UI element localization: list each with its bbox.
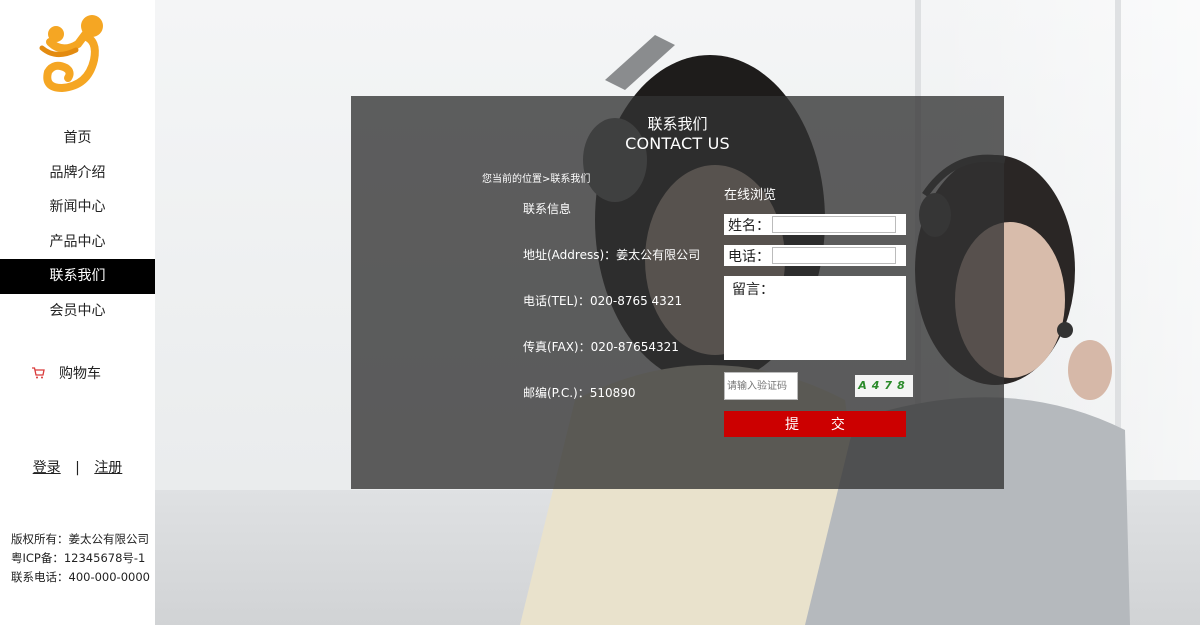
submit-button[interactable]: 提 交 (724, 411, 906, 437)
contact-phone-text: 联系电话：400-000-0000 (11, 570, 150, 584)
nav-news-center[interactable]: 新闻中心 (0, 190, 155, 225)
name-field-row: 姓名： (724, 214, 906, 235)
login-link[interactable]: 登录 (33, 460, 61, 476)
auth-separator: | (75, 460, 80, 476)
cart-link[interactable]: 购物车 (32, 363, 101, 383)
brand-logo[interactable] (32, 14, 110, 92)
captcha-row: A478 (724, 370, 914, 410)
form-title: 在线浏览 (724, 188, 777, 203)
contact-tel: 电话(TEL)：020-8765 4321 (523, 294, 683, 308)
name-label: 姓名： (728, 217, 770, 234)
main-nav: 首页 品牌介绍 新闻中心 产品中心 联系我们 会员中心 (0, 121, 155, 328)
contact-postcode: 邮编(P.C.)：510890 (523, 386, 636, 400)
captcha-image[interactable]: A478 (855, 375, 913, 397)
auth-links: 登录 | 注册 (0, 457, 155, 477)
contact-info-heading: 联系信息 (523, 202, 572, 216)
cart-icon (32, 367, 45, 379)
contact-panel: 联系我们 CONTACT US 您当前的位置>联系我们 联系信息 地址(Addr… (351, 96, 1004, 489)
name-input[interactable] (772, 216, 896, 233)
contact-info: 联系信息 地址(Address)：姜太公有限公司 电话(TEL)：020-876… (523, 200, 700, 430)
icp-text: 粤ICP备：12345678号-1 (11, 551, 146, 565)
register-link[interactable]: 注册 (94, 460, 122, 476)
contact-address: 地址(Address)：姜太公有限公司 (523, 248, 701, 262)
phone-field-row: 电话： (724, 245, 906, 266)
panel-title: 联系我们 CONTACT US (351, 114, 1004, 154)
nav-contact-us[interactable]: 联系我们 (0, 259, 155, 294)
nav-brand-intro[interactable]: 品牌介绍 (0, 156, 155, 191)
panel-title-cn: 联系我们 (647, 115, 708, 133)
cart-label: 购物车 (59, 366, 101, 382)
contact-fax: 传真(FAX)：020-87654321 (523, 340, 679, 354)
sidebar: 首页 品牌介绍 新闻中心 产品中心 联系我们 会员中心 购物车 登录 | 注册 … (0, 0, 155, 625)
nav-member-center[interactable]: 会员中心 (0, 294, 155, 329)
message-form: 在线浏览 姓名： 电话： 留言： A478 提 交 (724, 184, 914, 437)
nav-home[interactable]: 首页 (0, 121, 155, 156)
message-label: 留言： (732, 282, 774, 298)
breadcrumb: 您当前的位置>联系我们 (482, 174, 591, 185)
phone-label: 电话： (728, 248, 770, 265)
message-textarea[interactable]: 留言： (724, 276, 906, 360)
panel-title-en: CONTACT US (625, 134, 730, 153)
phone-input[interactable] (772, 247, 896, 264)
copyright-text: 版权所有：姜太公有限公司 (11, 532, 149, 546)
captcha-input[interactable] (724, 372, 798, 400)
site-footer: 版权所有：姜太公有限公司 粤ICP备：12345678号-1 联系电话：400-… (11, 530, 150, 587)
nav-product-center[interactable]: 产品中心 (0, 225, 155, 260)
